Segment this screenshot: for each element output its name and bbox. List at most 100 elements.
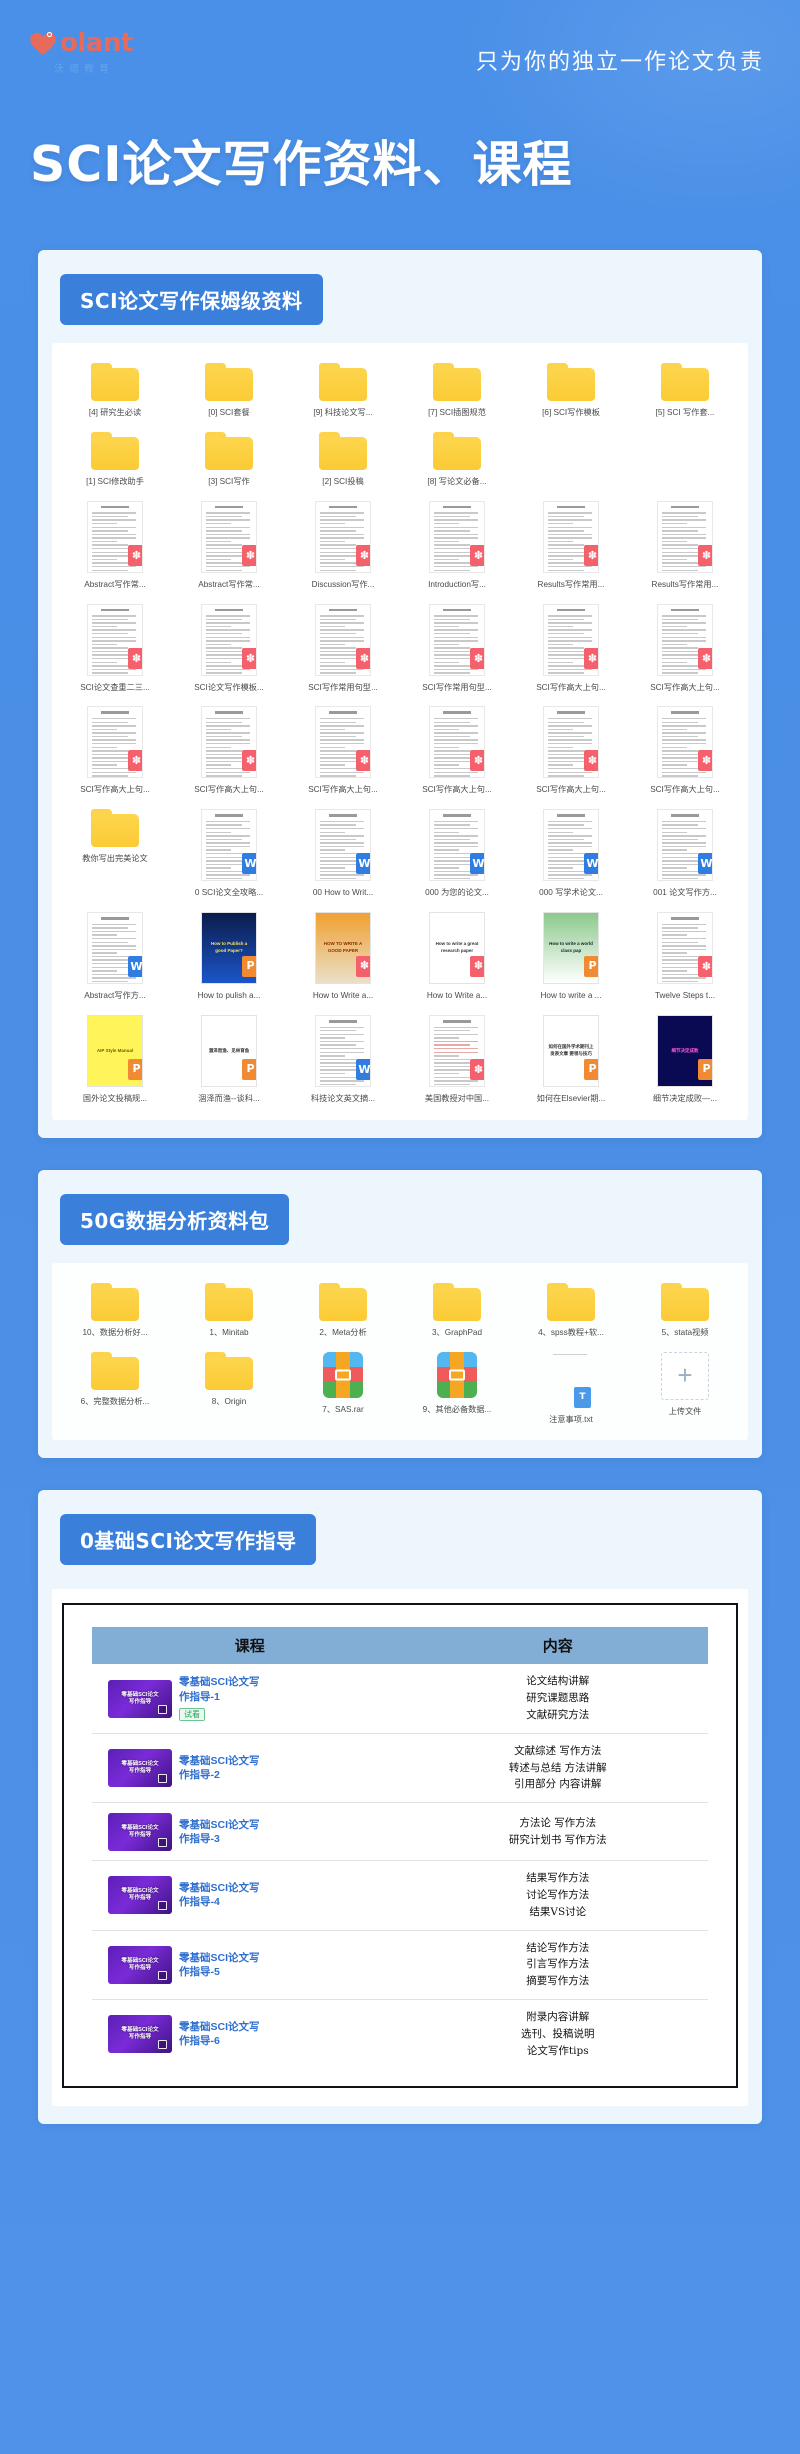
file-item[interactable]: ✽ SCI写作高大上句... (58, 698, 172, 801)
file-item[interactable]: 9、其他必备数据... (400, 1344, 514, 1431)
course-video-thumbnail[interactable]: 零基础SCI论文 写作指导 (108, 1945, 172, 1984)
archive-icon (437, 1351, 477, 1398)
pdf-badge-icon: ✽ (470, 647, 484, 669)
file-item[interactable]: ✽ Abstract写作常... (172, 493, 286, 596)
course-cell[interactable]: 零基础SCI论文 写作指导 零基础SCI论文写 作指导-4 (92, 1876, 408, 1915)
file-item[interactable]: AIP Style Manual P 国外论文投稿规... (58, 1007, 172, 1110)
file-item[interactable]: [9] 科技论文写... (286, 355, 400, 424)
file-item[interactable]: 4、spss教程+软... (514, 1275, 628, 1344)
play-icon[interactable] (158, 1774, 167, 1784)
file-item[interactable]: ✽ SCI论文查重二三... (58, 596, 172, 699)
file-label: 科技论文英文摘... (310, 1093, 376, 1103)
pdf-badge-icon: ✽ (128, 750, 142, 772)
course-video-thumbnail[interactable]: 零基础SCI论文 写作指导 (108, 1812, 172, 1851)
folder-icon (205, 363, 253, 401)
file-item[interactable]: [8] 写论文必备... (400, 424, 514, 493)
text-file-icon: T (551, 1352, 591, 1408)
file-item[interactable]: [5] SCI 写作套... (628, 355, 742, 424)
play-icon[interactable] (158, 1837, 167, 1847)
file-item[interactable]: 1、Minitab (172, 1275, 286, 1344)
file-item[interactable]: ✽ SCI写作高大上句... (628, 596, 742, 699)
file-item[interactable]: 2、Meta分析 (286, 1275, 400, 1344)
course-row[interactable]: 零基础SCI论文 写作指导 零基础SCI论文写 作指导-3 方法论 写作方法 研究计划书… (92, 1803, 708, 1862)
file-item[interactable]: W 000 为您的论文... (400, 801, 514, 904)
file-item[interactable]: W 0 SCI论文全攻略... (172, 801, 286, 904)
course-video-thumbnail[interactable]: 零基础SCI论文 写作指导 (108, 2015, 172, 2054)
course-video-thumbnail[interactable]: 零基础SCI论文 写作指导 (108, 1679, 172, 1718)
file-item[interactable]: 7、SAS.rar (286, 1344, 400, 1431)
file-item[interactable]: W 000 写学术论文... (514, 801, 628, 904)
file-item[interactable]: 6、完整数据分析... (58, 1344, 172, 1431)
file-item[interactable]: How to write a world class pap P How to wr… (514, 904, 628, 1007)
file-label: 7、SAS.rar (322, 1404, 364, 1414)
file-item[interactable]: 教你写出完美论文 (58, 801, 172, 904)
file-item[interactable]: ✽ SCI写作高大上句... (514, 596, 628, 699)
file-item[interactable]: HOW TO WRITE A GOOD PAPER ✽ How to Write a… (286, 904, 400, 1007)
file-item[interactable]: [4] 研究生必读 (58, 355, 172, 424)
course-row[interactable]: 零基础SCI论文 写作指导 零基础SCI论文写 作指导-2 文献综述 写作方法 转述与总… (92, 1734, 708, 1804)
course-cell[interactable]: 零基础SCI论文 写作指导 零基础SCI论文写 作指导-1 试看 (92, 1675, 408, 1721)
file-item[interactable]: 8、Origin (172, 1344, 286, 1431)
file-item[interactable]: ✽ SCI论文写作模板... (172, 596, 286, 699)
file-item[interactable]: ✽ Discussion写作... (286, 493, 400, 596)
file-item[interactable]: How to Publish a good Paper? P How to puli… (172, 904, 286, 1007)
file-item[interactable]: 10、数据分析好... (58, 1275, 172, 1344)
pdf-badge-icon: ✽ (242, 647, 256, 669)
file-item[interactable]: ✽ 美国教授对中国... (400, 1007, 514, 1110)
file-item[interactable]: T 注意事项.txt (514, 1344, 628, 1431)
trial-badge[interactable]: 试看 (179, 1707, 205, 1721)
file-item[interactable]: [2] SCI投稿 (286, 424, 400, 493)
document-thumbnail: ✽ (201, 603, 257, 676)
file-item[interactable]: How to write a great research paper ✽ How … (400, 904, 514, 1007)
course-cell[interactable]: 零基础SCI论文 写作指导 零基础SCI论文写 作指导-2 (92, 1749, 408, 1788)
file-item[interactable]: ✽ Results写作常用... (514, 493, 628, 596)
file-item[interactable]: 涸泽而渔、见林育鱼 P 涸泽而渔--谈科... (172, 1007, 286, 1110)
file-item[interactable]: [0] SCI套餐 (172, 355, 286, 424)
course-row[interactable]: 零基础SCI论文 写作指导 零基础SCI论文写 作指导-6 附录内容讲解 选刊、投稿说明… (92, 2000, 708, 2068)
file-label: How to write a ... (540, 991, 602, 1001)
document-thumbnail: ✽ (543, 500, 599, 573)
file-item[interactable]: + 上传文件 (628, 1344, 742, 1431)
file-item[interactable]: [6] SCI写作模板 (514, 355, 628, 424)
file-item[interactable]: ✽ SCI写作高大上句... (286, 698, 400, 801)
course-video-thumbnail[interactable]: 零基础SCI论文 写作指导 (108, 1876, 172, 1915)
play-icon[interactable] (158, 1970, 167, 1980)
file-item[interactable]: ✽ Twelve Steps t... (628, 904, 742, 1007)
file-item[interactable]: W Abstract写作方... (58, 904, 172, 1007)
pdf-badge-icon: ✽ (356, 750, 370, 772)
course-cell[interactable]: 零基础SCI论文 写作指导 零基础SCI论文写 作指导-3 (92, 1812, 408, 1851)
file-item[interactable]: ✽ SCI写作常用句型... (286, 596, 400, 699)
file-item[interactable]: 5、stata视频 (628, 1275, 742, 1344)
file-item[interactable]: W 00 How to Writ... (286, 801, 400, 904)
play-icon[interactable] (158, 1704, 167, 1714)
course-video-thumbnail[interactable]: 零基础SCI论文 写作指导 (108, 1749, 172, 1788)
course-cell[interactable]: 零基础SCI论文 写作指导 零基础SCI论文写 作指导-5 (92, 1945, 408, 1984)
file-item[interactable]: W 001 论文写作方... (628, 801, 742, 904)
course-row[interactable]: 零基础SCI论文 写作指导 零基础SCI论文写 作指导-5 结论写作方法 引言写作方法 … (92, 1931, 708, 2000)
file-item[interactable]: ✽ SCI写作高大上句... (514, 698, 628, 801)
file-label: How to Write a... (312, 991, 374, 1001)
play-icon[interactable] (158, 1901, 167, 1911)
file-item[interactable]: ✽ Introduction写... (400, 493, 514, 596)
file-item[interactable]: ✽ SCI写作常用句型... (400, 596, 514, 699)
file-item[interactable]: [3] SCI写作 (172, 424, 286, 493)
play-icon[interactable] (158, 2040, 167, 2050)
file-item[interactable]: 3、GraphPad (400, 1275, 514, 1344)
file-item[interactable]: ✽ SCI写作高大上句... (172, 698, 286, 801)
file-item[interactable]: 细节决定成败 P 细节决定成败—... (628, 1007, 742, 1110)
file-item[interactable]: [7] SCI插图规范 (400, 355, 514, 424)
course-row[interactable]: 零基础SCI论文 写作指导 零基础SCI论文写 作指导-4 结果写作方法 讨论写作方法 … (92, 1861, 708, 1931)
file-label: [3] SCI写作 (208, 476, 250, 486)
file-item[interactable]: ✽ SCI写作高大上句... (628, 698, 742, 801)
file-item[interactable]: ✽ Abstract写作常... (58, 493, 172, 596)
course-row[interactable]: 零基础SCI论文 写作指导 零基础SCI论文写 作指导-1 试看 论文结构讲解 研究课题思… (92, 1664, 708, 1734)
course-cell[interactable]: 零基础SCI论文 写作指导 零基础SCI论文写 作指导-6 (92, 2015, 408, 2054)
file-item[interactable]: ✽ SCI写作高大上句... (400, 698, 514, 801)
file-item[interactable]: 如何在国外学术期刊上发表文章 要领与技巧 P 如何在Elsevier期... (514, 1007, 628, 1110)
file-label: [6] SCI写作模板 (542, 408, 600, 417)
folder-icon (433, 1282, 481, 1321)
file-item[interactable]: W 科技论文英文摘... (286, 1007, 400, 1110)
document-thumbnail: ✽ (543, 603, 599, 676)
file-item[interactable]: [1] SCI修改助手 (58, 424, 172, 493)
file-item[interactable]: ✽ Results写作常用... (628, 493, 742, 596)
